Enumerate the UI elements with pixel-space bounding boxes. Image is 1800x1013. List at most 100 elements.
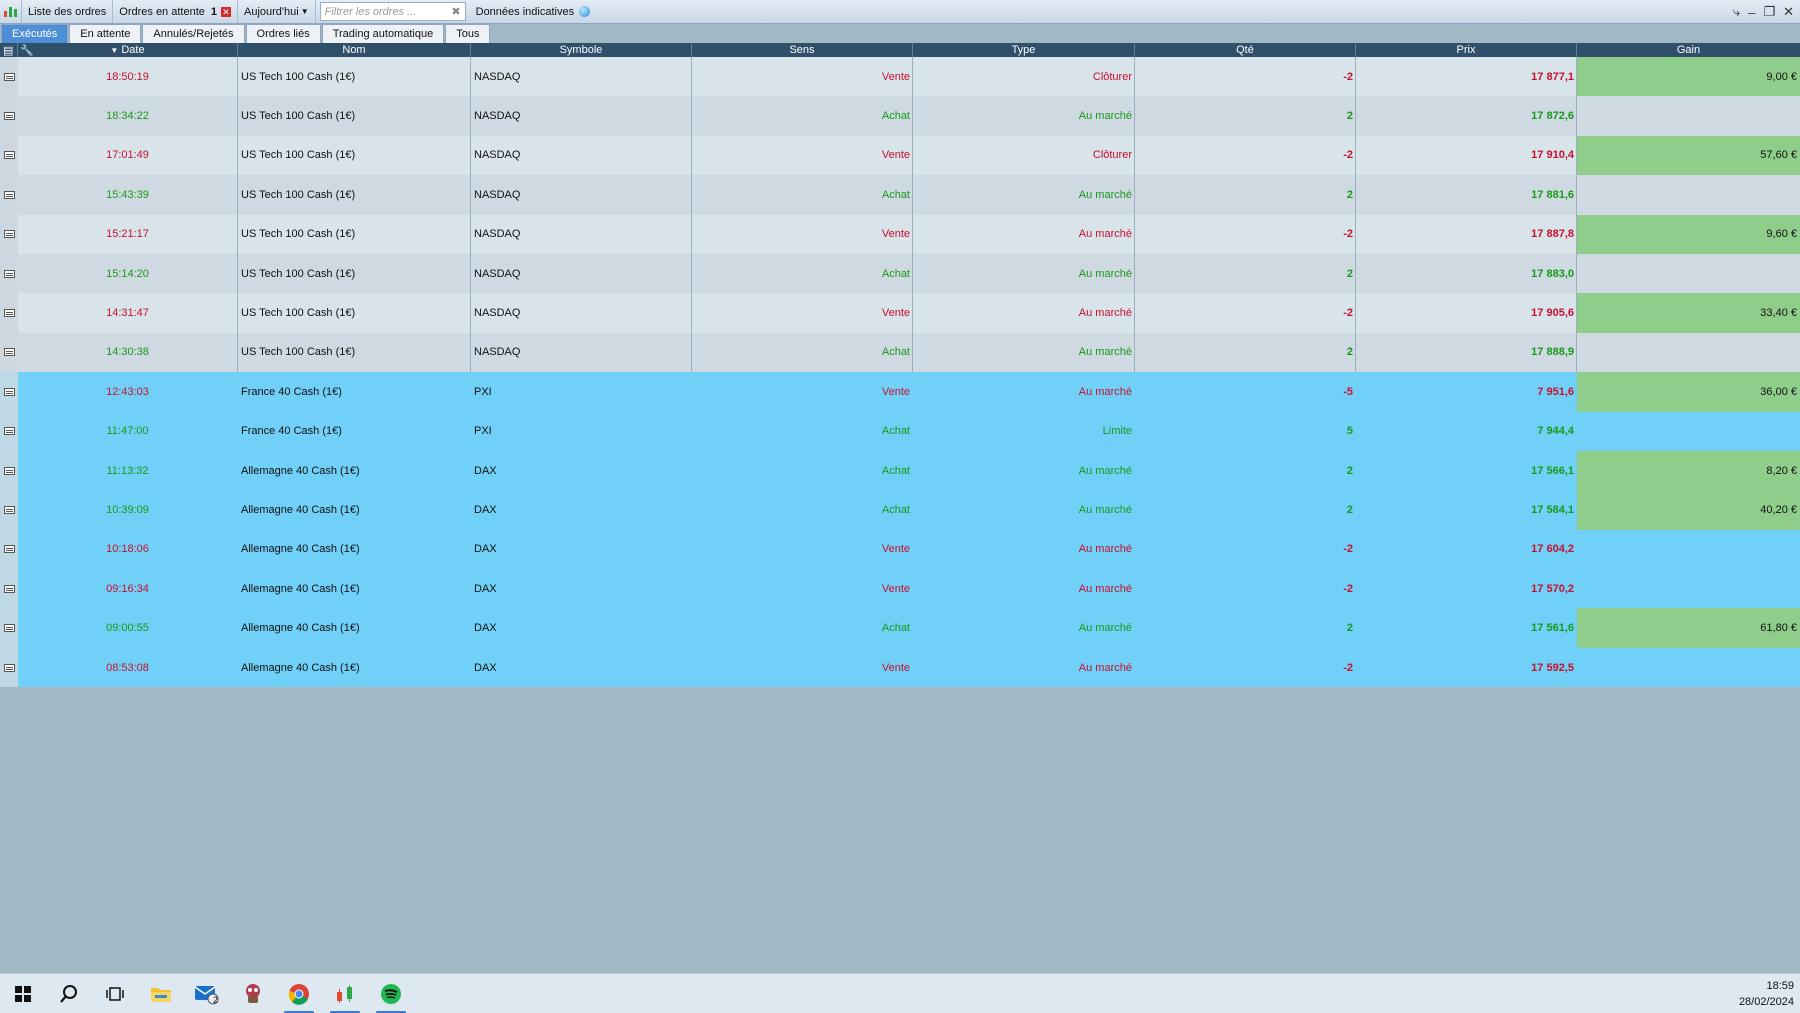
order-detail-icon[interactable] <box>0 332 18 373</box>
table-row[interactable]: 10:18:06 Allemagne 40 Cash (1€) DAX Vente Au… <box>0 529 1800 570</box>
close-pending-icon[interactable]: ✕ <box>221 6 231 17</box>
period-dropdown[interactable]: Aujourd'hui ▼ <box>238 0 316 23</box>
document-icon <box>3 309 15 318</box>
order-detail-icon[interactable] <box>0 57 18 97</box>
col-sens-header[interactable]: Sens <box>692 43 913 57</box>
cell-symbole: NASDAQ <box>471 214 692 254</box>
col-qte-header[interactable]: Qté <box>1135 43 1356 57</box>
columns-icon[interactable]: ▤ <box>3 44 13 57</box>
pending-count-badge: 1 <box>210 5 217 18</box>
tab-ordres-lies[interactable]: Ordres liés <box>245 24 321 43</box>
table-row[interactable]: 08:53:08 Allemagne 40 Cash (1€) DAX Vente Au… <box>0 647 1800 688</box>
pending-orders-tab[interactable]: Ordres en attente 1 ✕ <box>113 0 238 23</box>
cell-prix: 17 887,8 <box>1356 214 1577 254</box>
windows-start-icon[interactable] <box>0 974 46 1013</box>
tab-en-attente[interactable]: En attente <box>69 24 142 43</box>
table-row[interactable]: 09:00:55 Allemagne 40 Cash (1€) DAX Achat Au… <box>0 608 1800 648</box>
system-clock[interactable]: 18:59 28/02/2024 <box>1739 978 1794 1010</box>
mail-icon[interactable]: 2 <box>184 974 230 1013</box>
cell-type: Au marché <box>913 253 1135 294</box>
cell-sens: Achat <box>881 503 910 516</box>
cell-prix: 17 584,1 <box>1531 503 1574 516</box>
trading-app-icon[interactable] <box>322 974 368 1013</box>
cell-nom: Allemagne 40 Cash (1€) <box>241 622 360 635</box>
file-explorer-icon[interactable] <box>138 974 184 1013</box>
close-icon[interactable]: ✕ <box>1783 4 1794 20</box>
filter-field[interactable]: ✖ <box>319 2 466 21</box>
minimize-icon[interactable]: – <box>1748 5 1755 20</box>
tab-annules-rejetes[interactable]: Annulés/Rejetés <box>142 24 245 43</box>
cell-nom: Allemagne 40 Cash (1€) <box>241 464 360 477</box>
cell-type: Au marché <box>1078 503 1132 516</box>
order-detail-icon[interactable] <box>0 411 18 451</box>
cell-date: 18:34:22 <box>18 96 238 136</box>
order-detail-icon[interactable] <box>0 214 18 254</box>
cell-prix: 17 566,1 <box>1531 464 1574 477</box>
col-nom-header[interactable]: Nom <box>238 43 471 57</box>
cell-symbole: NASDAQ <box>471 175 692 215</box>
clear-filter-icon[interactable]: ✖ <box>451 5 460 18</box>
tab-executes[interactable]: Exécutés <box>1 24 69 43</box>
cell-gain <box>1577 96 1800 135</box>
col-prix-header[interactable]: Prix <box>1356 43 1577 57</box>
cell-symbole: DAX <box>474 661 497 674</box>
tab-trading-automatique[interactable]: Trading automatique <box>321 24 445 43</box>
cell-type: Au marché <box>1078 582 1132 595</box>
table-row[interactable]: 14:30:38 US Tech 100 Cash (1€) NASDAQ Achat… <box>0 332 1800 373</box>
col-type-header[interactable]: Type <box>913 43 1135 57</box>
chrome-icon[interactable] <box>276 974 322 1013</box>
cell-prix: 17 910,4 <box>1356 135 1577 176</box>
cell-nom: US Tech 100 Cash (1€) <box>238 96 471 136</box>
cell-date: 18:50:19 <box>18 57 238 97</box>
col-gain-header[interactable]: Gain <box>1577 43 1800 57</box>
order-detail-icon[interactable] <box>0 253 18 294</box>
table-row[interactable]: 12:43:03 France 40 Cash (1€) PXI Vente Au ma… <box>0 372 1800 412</box>
task-view-icon[interactable] <box>92 974 138 1013</box>
cell-type: Clôturer <box>913 135 1135 176</box>
order-detail-icon[interactable] <box>0 293 18 333</box>
order-detail-icon[interactable] <box>0 647 18 688</box>
table-row[interactable]: 17:01:49 US Tech 100 Cash (1€) NASDAQ Vente… <box>0 135 1800 176</box>
order-detail-icon[interactable] <box>0 96 18 136</box>
order-detail-icon[interactable] <box>0 135 18 176</box>
cell-qte: -2 <box>1135 57 1356 97</box>
game-icon[interactable] <box>230 974 276 1013</box>
table-body: 18:50:19 US Tech 100 Cash (1€) NASDAQ Vente… <box>0 57 1800 688</box>
table-row[interactable]: 09:16:34 Allemagne 40 Cash (1€) DAX Vente Au… <box>0 569 1800 609</box>
share-icon[interactable]: ⤷ <box>1733 4 1740 20</box>
table-row[interactable]: 18:50:19 US Tech 100 Cash (1€) NASDAQ Vente… <box>0 57 1800 97</box>
tab-tous[interactable]: Tous <box>445 24 491 43</box>
table-row[interactable]: 10:39:09 Allemagne 40 Cash (1€) DAX Achat Au… <box>0 490 1800 530</box>
table-row[interactable]: 15:21:17 US Tech 100 Cash (1€) NASDAQ Vente… <box>0 214 1800 254</box>
cell-type: Au marché <box>913 214 1135 254</box>
order-detail-icon[interactable] <box>0 490 18 530</box>
col-symbole-header[interactable]: Symbole <box>471 43 692 57</box>
table-row[interactable]: 11:47:00 France 40 Cash (1€) PXI Achat Limit… <box>0 411 1800 451</box>
spotify-icon[interactable] <box>368 974 414 1013</box>
table-row[interactable]: 18:34:22 US Tech 100 Cash (1€) NASDAQ Achat… <box>0 96 1800 136</box>
order-detail-icon[interactable] <box>0 372 18 412</box>
order-detail-icon[interactable] <box>0 175 18 215</box>
cell-nom: Allemagne 40 Cash (1€) <box>241 543 360 556</box>
order-detail-icon[interactable] <box>0 450 18 491</box>
cell-type: Au marché <box>1078 622 1132 635</box>
filter-input[interactable] <box>324 5 445 18</box>
table-row[interactable]: 15:14:20 US Tech 100 Cash (1€) NASDAQ Achat… <box>0 253 1800 294</box>
order-detail-icon[interactable] <box>0 529 18 570</box>
table-row[interactable]: 15:43:39 US Tech 100 Cash (1€) NASDAQ Achat… <box>0 175 1800 215</box>
document-icon <box>3 269 15 278</box>
cell-sens: Vente <box>881 661 910 674</box>
order-detail-icon[interactable] <box>0 569 18 609</box>
app-chart-icon[interactable] <box>0 0 22 23</box>
cell-qte: 2 <box>1135 96 1356 136</box>
table-row[interactable]: 14:31:47 US Tech 100 Cash (1€) NASDAQ Vente… <box>0 293 1800 333</box>
col-prix-label: Prix <box>1456 44 1476 56</box>
restore-icon[interactable]: ❐ <box>1763 4 1775 20</box>
wrench-icon[interactable]: 🔧 <box>20 44 34 57</box>
table-row[interactable]: 11:13:32 Allemagne 40 Cash (1€) DAX Achat Au… <box>0 450 1800 491</box>
cell-type: Clôturer <box>913 57 1135 97</box>
orders-list-tab[interactable]: Liste des ordres <box>22 0 114 23</box>
col-date-header[interactable]: 🔧 ▼ Date <box>18 43 238 57</box>
search-icon[interactable] <box>46 974 92 1013</box>
order-detail-icon[interactable] <box>0 608 18 648</box>
